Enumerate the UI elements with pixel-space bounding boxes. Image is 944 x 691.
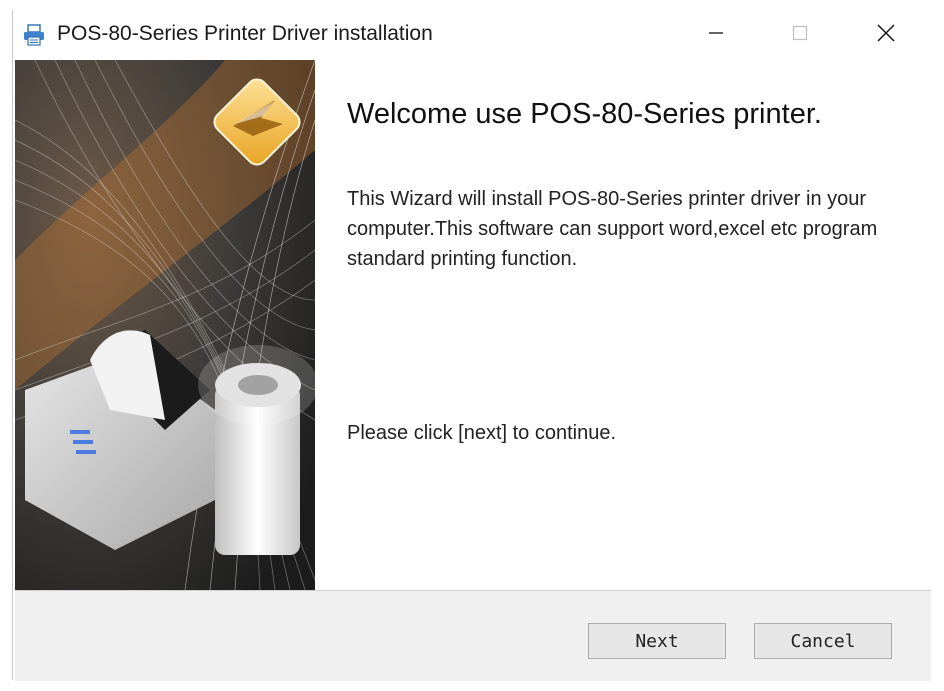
wizard-banner-image xyxy=(15,60,315,590)
continue-instruction: Please click [next] to continue. xyxy=(347,422,617,444)
cancel-button[interactable]: Cancel xyxy=(754,623,892,659)
wizard-description: This Wizard will install POS-80-Series p… xyxy=(347,188,878,270)
title-bar[interactable]: POS-80-Series Printer Driver installatio… xyxy=(13,10,931,60)
close-button[interactable] xyxy=(851,10,921,60)
maximize-icon xyxy=(792,25,808,46)
installer-window: POS-80-Series Printer Driver installatio… xyxy=(0,0,944,691)
wizard-footer: Next Cancel xyxy=(15,591,931,681)
minimize-icon xyxy=(708,25,724,46)
welcome-heading: Welcome use POS-80-Series printer. xyxy=(347,98,822,130)
minimize-button[interactable] xyxy=(681,10,751,60)
maximize-button[interactable] xyxy=(765,10,835,60)
printer-icon xyxy=(23,24,45,46)
wizard-content: Welcome use POS-80-Series printer. This … xyxy=(315,60,931,590)
next-button[interactable]: Next xyxy=(588,623,726,659)
window-border xyxy=(12,10,13,680)
close-icon xyxy=(877,23,895,47)
paper-roll-graphic xyxy=(198,345,315,555)
window-title: POS-80-Series Printer Driver installatio… xyxy=(57,22,433,45)
